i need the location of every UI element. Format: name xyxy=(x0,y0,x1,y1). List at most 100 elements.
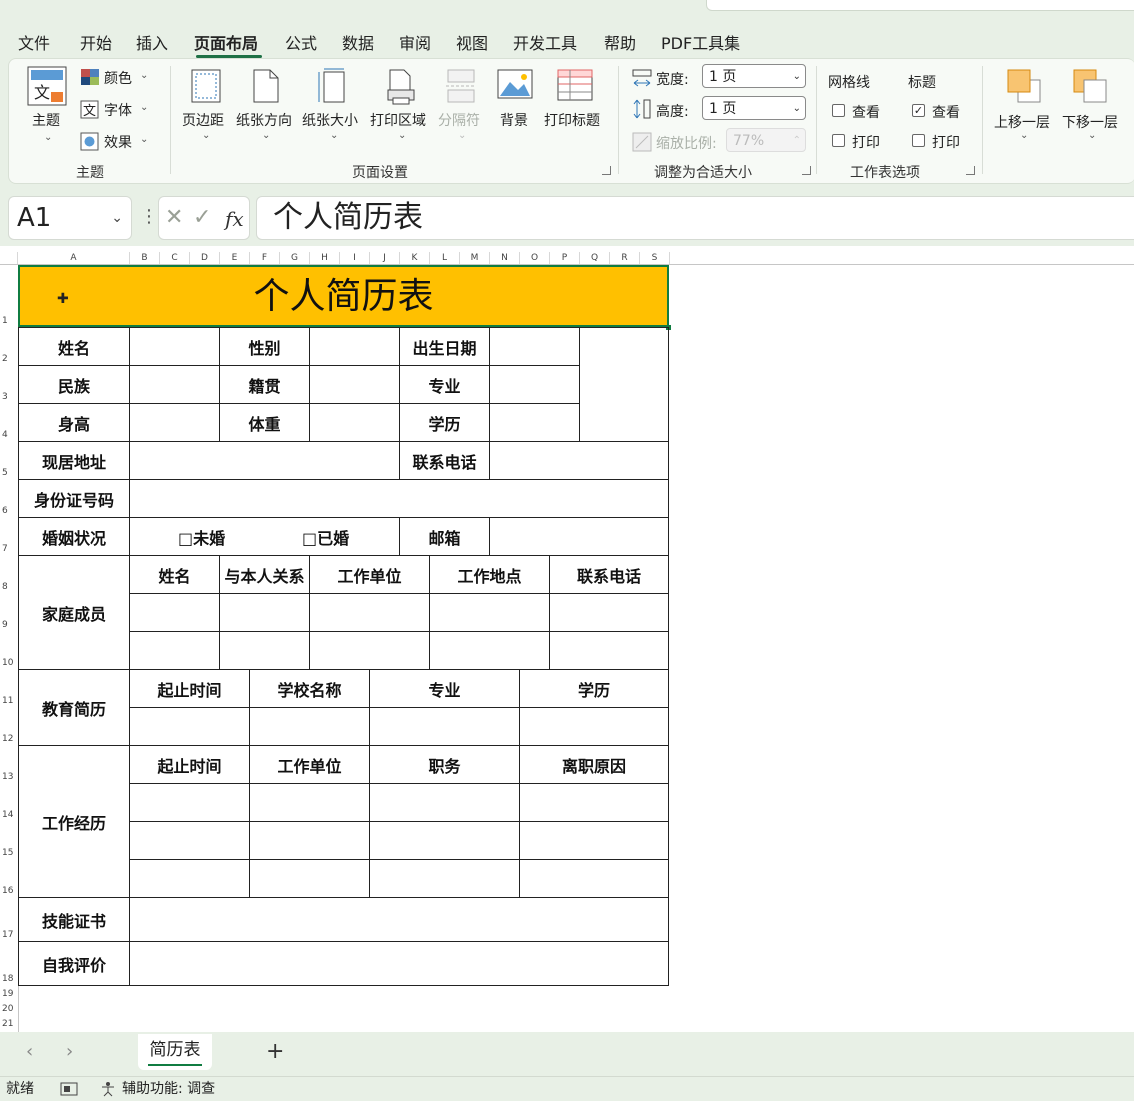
cancel-icon[interactable]: ✕ xyxy=(165,205,183,230)
cell-marital-options[interactable]: □未婚 □已婚 xyxy=(129,517,400,556)
menu-formulas[interactable]: 公式 xyxy=(285,30,317,54)
cell-ethnicity-label[interactable]: 民族 xyxy=(18,365,130,404)
work-cell[interactable] xyxy=(519,783,669,822)
column-header[interactable]: H xyxy=(310,252,340,264)
cell-ethnicity-value[interactable] xyxy=(129,365,220,404)
family-cell[interactable] xyxy=(219,631,310,670)
family-cell[interactable] xyxy=(309,631,430,670)
resume-title-cell[interactable]: 个人简历表 xyxy=(18,265,669,327)
menu-insert[interactable]: 插入 xyxy=(136,30,168,54)
column-header[interactable]: P xyxy=(550,252,580,264)
column-header[interactable]: C xyxy=(160,252,190,264)
family-cell[interactable] xyxy=(129,631,220,670)
cell-birth-value[interactable] xyxy=(489,327,580,366)
height-select[interactable]: 1 页 ⌄ xyxy=(702,96,806,120)
row-header[interactable]: 18 xyxy=(0,974,20,984)
family-cell[interactable] xyxy=(129,593,220,632)
print-area-button[interactable]: 打印区域 ⌄ xyxy=(370,66,432,160)
sheet-tab-resume[interactable]: 简历表 xyxy=(138,1034,212,1070)
bring-forward-button[interactable]: 上移一层 ⌄ xyxy=(992,66,1058,160)
family-header[interactable]: 与本人关系 xyxy=(219,555,310,594)
cell-email-label[interactable]: 邮箱 xyxy=(399,517,490,556)
gridlines-print-checkbox[interactable] xyxy=(832,134,845,147)
colors-button[interactable]: 颜色 ⌄ xyxy=(80,68,160,88)
column-header[interactable]: O xyxy=(520,252,550,264)
cell-id-label[interactable]: 身份证号码 xyxy=(18,479,130,518)
work-cell[interactable] xyxy=(519,821,669,860)
themes-button[interactable]: 文 主题 ⌄ xyxy=(24,66,70,160)
row-header[interactable]: 14 xyxy=(0,810,20,820)
row-header[interactable]: 19 xyxy=(0,989,20,999)
row-header[interactable]: 6 xyxy=(0,506,20,516)
cell-phone-label[interactable]: 联系电话 xyxy=(399,441,490,480)
column-header[interactable]: S xyxy=(640,252,670,264)
family-cell[interactable] xyxy=(429,631,550,670)
cell-address-label[interactable]: 现居地址 xyxy=(18,441,130,480)
cell-weight-value[interactable] xyxy=(309,403,400,442)
row-header[interactable]: 13 xyxy=(0,772,20,782)
background-button[interactable]: 背景 xyxy=(494,66,538,160)
cell-birth-label[interactable]: 出生日期 xyxy=(399,327,490,366)
work-cell[interactable] xyxy=(369,859,520,898)
row-header[interactable]: 5 xyxy=(0,468,20,478)
work-cell[interactable] xyxy=(369,821,520,860)
work-cell[interactable] xyxy=(129,859,250,898)
row-header[interactable]: 16 xyxy=(0,886,20,896)
column-header[interactable]: A xyxy=(18,252,130,264)
cell-major-label[interactable]: 专业 xyxy=(399,365,490,404)
confirm-icon[interactable]: ✓ xyxy=(193,205,211,230)
family-header[interactable]: 联系电话 xyxy=(549,555,669,594)
work-cell[interactable] xyxy=(249,859,370,898)
education-header[interactable]: 专业 xyxy=(369,669,520,708)
effects-button[interactable]: 效果 ⌄ xyxy=(80,132,160,152)
row-header[interactable]: 15 xyxy=(0,848,20,858)
row-header[interactable]: 3 xyxy=(0,392,20,402)
fonts-button[interactable]: 文 字体 ⌄ xyxy=(80,100,160,120)
work-cell[interactable] xyxy=(519,859,669,898)
row-header[interactable]: 11 xyxy=(0,696,20,706)
paper-size-button[interactable]: 纸张大小 ⌄ xyxy=(302,66,366,160)
menu-pdf-tools[interactable]: PDF工具集 xyxy=(661,30,740,54)
row-header[interactable]: 7 xyxy=(0,544,20,554)
cell-name-label[interactable]: 姓名 xyxy=(18,327,130,366)
cell-id-value[interactable] xyxy=(129,479,669,518)
cell-self-evaluation-value[interactable] xyxy=(129,941,669,986)
cell-weight-label[interactable]: 体重 xyxy=(219,403,310,442)
row-header[interactable]: 4 xyxy=(0,430,20,440)
menu-file[interactable]: 文件 xyxy=(18,30,50,54)
work-header[interactable]: 工作单位 xyxy=(249,745,370,784)
cell-photo[interactable] xyxy=(579,327,669,442)
column-header[interactable]: F xyxy=(250,252,280,264)
unmarried-option[interactable]: □未婚 xyxy=(178,525,225,549)
cell-height-label[interactable]: 身高 xyxy=(18,403,130,442)
cell-native-place-value[interactable] xyxy=(309,365,400,404)
gridlines-view-checkbox[interactable] xyxy=(832,104,845,117)
row-header[interactable]: 2 xyxy=(0,354,20,364)
education-header[interactable]: 学历 xyxy=(519,669,669,708)
cell-name-value[interactable] xyxy=(129,327,220,366)
row-header[interactable]: 20 xyxy=(0,1004,20,1014)
column-header[interactable]: K xyxy=(400,252,430,264)
column-header[interactable]: D xyxy=(190,252,220,264)
menu-page-layout[interactable]: 页面布局 xyxy=(194,30,258,54)
menu-help[interactable]: 帮助 xyxy=(604,30,636,54)
cell-phone-value[interactable] xyxy=(489,441,669,480)
education-header[interactable]: 起止时间 xyxy=(129,669,250,708)
family-header[interactable]: 工作地点 xyxy=(429,555,550,594)
family-cell[interactable] xyxy=(429,593,550,632)
cell-address-value[interactable] xyxy=(129,441,400,480)
cell-gender-value[interactable] xyxy=(309,327,400,366)
headings-print-checkbox[interactable] xyxy=(912,134,925,147)
macro-record-icon[interactable] xyxy=(60,1082,78,1096)
row-header[interactable]: 21 xyxy=(0,1019,20,1029)
family-header[interactable]: 姓名 xyxy=(129,555,220,594)
work-cell[interactable] xyxy=(369,783,520,822)
column-header[interactable]: J xyxy=(370,252,400,264)
formula-input[interactable]: 个人简历表 xyxy=(256,196,1134,240)
work-cell[interactable] xyxy=(129,783,250,822)
cell-education-history-label[interactable]: 教育简历 xyxy=(18,669,130,746)
column-header[interactable]: I xyxy=(340,252,370,264)
cell-skills-value[interactable] xyxy=(129,897,669,942)
family-cell[interactable] xyxy=(549,593,669,632)
orientation-button[interactable]: 纸张方向 ⌄ xyxy=(236,66,298,160)
